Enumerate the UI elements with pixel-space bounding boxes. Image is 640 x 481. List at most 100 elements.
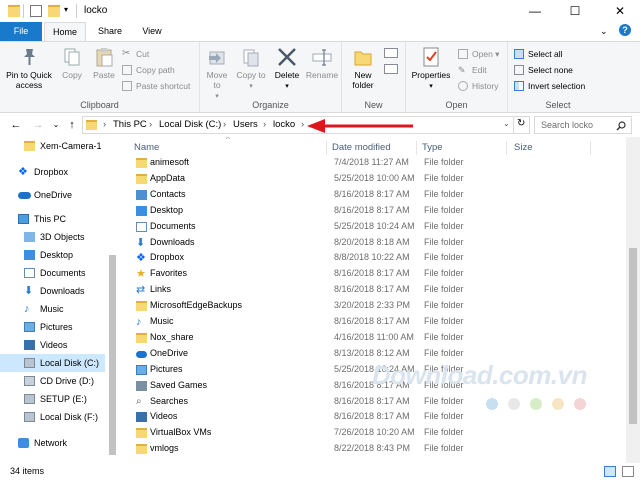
nav-item-documents[interactable]: Documents bbox=[0, 264, 105, 282]
watermark-dot bbox=[530, 398, 542, 410]
table-row[interactable]: Documents 5/25/2018 10:24 AM File folder bbox=[134, 219, 606, 235]
tab-share[interactable]: Share bbox=[92, 22, 128, 41]
breadcrumb-separator[interactable]: › bbox=[149, 119, 152, 130]
open-button[interactable]: Open ▾ bbox=[458, 47, 499, 61]
column-header-type[interactable]: Type bbox=[422, 140, 443, 156]
nav-item-local-disk-c[interactable]: Local Disk (C:) bbox=[0, 354, 105, 372]
breadcrumb-local-disk[interactable]: Local Disk (C:) bbox=[159, 119, 221, 130]
nav-item-3d-objects[interactable]: 3D Objects bbox=[0, 228, 105, 246]
table-row[interactable]: Nox_share 4/16/2018 11:00 AM File folder bbox=[134, 330, 606, 346]
breadcrumb-this-pc[interactable]: This PC bbox=[113, 119, 147, 130]
paste-button[interactable]: Paste bbox=[90, 46, 118, 80]
close-button[interactable]: ✕ bbox=[605, 0, 635, 22]
recent-locations-icon[interactable]: ⌄ bbox=[48, 117, 64, 133]
table-row[interactable]: Contacts 8/16/2018 8:17 AM File folder bbox=[134, 187, 606, 203]
large-icons-view-icon[interactable] bbox=[622, 466, 634, 477]
breadcrumb-separator[interactable]: › bbox=[223, 119, 226, 130]
breadcrumb-separator[interactable]: › bbox=[103, 119, 106, 130]
customize-toolbar-icon[interactable]: ▾ bbox=[64, 5, 68, 14]
address-dropdown-icon[interactable]: ⌄ bbox=[503, 119, 510, 128]
table-row[interactable]: ♪ Music 8/16/2018 8:17 AM File folder bbox=[134, 314, 606, 330]
history-button[interactable]: History bbox=[458, 79, 498, 93]
table-row[interactable]: MicrosoftEdgeBackups 3/20/2018 2:33 PM Fil… bbox=[134, 298, 606, 314]
table-row[interactable]: Desktop 8/16/2018 8:17 AM File folder bbox=[134, 203, 606, 219]
table-row[interactable]: Videos 8/16/2018 8:17 AM File folder bbox=[134, 409, 606, 425]
table-row[interactable]: ⇄ Links 8/16/2018 8:17 AM File folder bbox=[134, 282, 606, 298]
select-none-button[interactable]: Select none bbox=[514, 63, 573, 77]
nav-item-onedrive[interactable]: OneDrive bbox=[0, 186, 105, 204]
table-row[interactable]: ❖ Dropbox 8/8/2018 10:22 AM File folder bbox=[134, 250, 606, 266]
tab-home[interactable]: Home bbox=[44, 22, 86, 41]
breadcrumb-separator[interactable]: › bbox=[263, 119, 266, 130]
invert-selection-button[interactable]: Invert selection bbox=[514, 79, 585, 93]
nav-item-videos[interactable]: Videos bbox=[0, 336, 105, 354]
copy-button[interactable]: Copy bbox=[58, 46, 86, 80]
file-name: Downloads bbox=[150, 236, 195, 247]
details-view-icon[interactable] bbox=[604, 466, 616, 477]
column-header-date[interactable]: Date modified bbox=[332, 140, 391, 156]
copy-to-icon bbox=[240, 46, 262, 68]
properties-button[interactable]: Properties ▾ bbox=[408, 46, 454, 92]
navigation-pane: Xem-Camera-1 ❖ Dropbox OneDrive This PC 3… bbox=[0, 137, 108, 463]
edit-button[interactable]: ✎ Edit bbox=[458, 63, 487, 77]
table-row[interactable]: VirtualBox VMs 7/26/2018 10:20 AM File fol… bbox=[134, 425, 606, 441]
nav-item-music[interactable]: ♪ Music bbox=[0, 300, 105, 318]
move-to-button[interactable]: Move to ▾ bbox=[202, 46, 232, 102]
up-button[interactable]: ↑ bbox=[64, 117, 80, 133]
onedrive-icon bbox=[136, 350, 147, 358]
select-all-button[interactable]: Select all bbox=[514, 47, 563, 61]
easy-access-icon[interactable] bbox=[384, 64, 398, 74]
rename-button[interactable]: Rename bbox=[304, 46, 340, 80]
nav-item-local-disk-f[interactable]: Local Disk (F:) bbox=[0, 408, 105, 426]
back-button[interactable]: ← bbox=[8, 117, 24, 133]
nav-item-network[interactable]: Network bbox=[0, 434, 105, 452]
copy-path-button[interactable]: Copy path bbox=[122, 63, 175, 77]
nav-item-xem-camera[interactable]: Xem-Camera-1 bbox=[0, 137, 105, 155]
table-row[interactable]: vmlogs 8/22/2018 8:43 PM File folder bbox=[134, 441, 606, 457]
list-scrollbar-thumb[interactable] bbox=[629, 248, 637, 424]
new-item-icon[interactable] bbox=[384, 48, 398, 58]
nav-item-pictures[interactable]: Pictures bbox=[0, 318, 105, 336]
new-folder-icon bbox=[352, 46, 374, 68]
paste-shortcut-button[interactable]: Paste shortcut bbox=[122, 79, 190, 93]
delete-button[interactable]: Delete ▾ bbox=[272, 46, 302, 92]
refresh-icon[interactable]: ↻ bbox=[517, 118, 525, 129]
nav-item-dropbox[interactable]: ❖ Dropbox bbox=[0, 163, 105, 181]
breadcrumb-locko[interactable]: locko bbox=[273, 119, 295, 130]
breadcrumb-separator[interactable]: › bbox=[301, 119, 304, 130]
search-input[interactable]: Search locko bbox=[534, 116, 632, 134]
dropbox-icon: ❖ bbox=[18, 166, 28, 178]
column-header-name[interactable]: Name bbox=[134, 140, 159, 156]
nav-scrollbar-thumb[interactable] bbox=[109, 255, 116, 455]
nav-item-downloads[interactable]: ⬇ Downloads bbox=[0, 282, 105, 300]
column-header-size[interactable]: Size bbox=[514, 140, 532, 156]
help-icon[interactable]: ? bbox=[619, 24, 631, 36]
tab-file[interactable]: File bbox=[0, 22, 42, 41]
expand-ribbon-icon[interactable]: ⌄ bbox=[600, 26, 608, 37]
title-bar: ▾ locko — ☐ ✕ bbox=[0, 0, 640, 22]
table-row[interactable]: animesoft 7/4/2018 11:27 AM File folder bbox=[134, 155, 606, 171]
new-folder-icon[interactable] bbox=[48, 5, 60, 17]
maximize-button[interactable]: ☐ bbox=[560, 0, 590, 22]
new-folder-button[interactable]: New folder bbox=[346, 46, 380, 90]
nav-item-setup-e[interactable]: SETUP (E:) bbox=[0, 390, 105, 408]
invert-selection-icon bbox=[514, 81, 524, 91]
cut-button[interactable]: ✂ Cut bbox=[122, 47, 149, 61]
breadcrumb-users[interactable]: Users bbox=[233, 119, 258, 130]
table-row[interactable]: ⬇ Downloads 8/20/2018 8:18 AM File folder bbox=[134, 235, 606, 251]
forward-button[interactable]: → bbox=[30, 117, 46, 133]
nav-item-desktop[interactable]: Desktop bbox=[0, 246, 105, 264]
minimize-button[interactable]: — bbox=[520, 0, 550, 22]
table-row[interactable]: ★ Favorites 8/16/2018 8:17 AM File folder bbox=[134, 266, 606, 282]
nav-item-cd-drive[interactable]: CD Drive (D:) bbox=[0, 372, 105, 390]
table-row[interactable]: AppData 5/25/2018 10:00 AM File folder bbox=[134, 171, 606, 187]
properties-icon[interactable] bbox=[30, 5, 42, 17]
tab-view[interactable]: View bbox=[134, 22, 170, 41]
pin-quick-access-button[interactable]: Pin to Quick access bbox=[4, 46, 54, 90]
nav-label: Pictures bbox=[40, 322, 73, 332]
documents-icon bbox=[24, 268, 35, 278]
copy-to-button[interactable]: Copy to ▾ bbox=[236, 46, 266, 92]
history-label: History bbox=[472, 81, 499, 91]
address-field[interactable]: › This PC › Local Disk (C:) › Users › lo… bbox=[82, 116, 530, 134]
nav-item-this-pc[interactable]: This PC bbox=[0, 210, 105, 228]
